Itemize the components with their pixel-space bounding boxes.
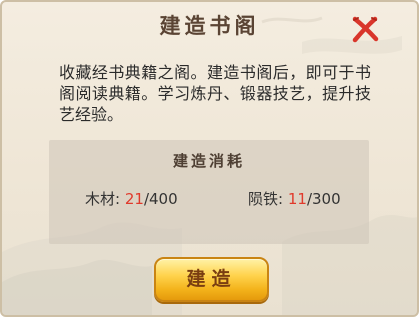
building-description: 收藏经书典籍之阁。建造书阁后，即可于书阁阅读典籍。学习炼丹、锻器技艺，提升技艺经… <box>59 63 371 124</box>
wood-required: /400 <box>143 190 178 208</box>
cost-divider <box>55 175 363 176</box>
build-library-dialog: 建造书阁 收藏经书典籍之阁。建造书阁后，即可于书阁阅读典籍。学习炼丹、锻器技艺，… <box>0 0 419 317</box>
wood-current: 21 <box>124 190 144 208</box>
close-x-icon <box>352 16 379 43</box>
cost-meteoric-iron: 陨铁: 11/300 <box>248 188 341 209</box>
cost-title: 建造消耗 <box>172 152 245 170</box>
close-button[interactable] <box>350 14 380 44</box>
title-bar: 建造书阁 <box>2 2 417 50</box>
wood-label: 木材: <box>85 190 121 208</box>
iron-label: 陨铁: <box>248 190 284 208</box>
cost-wood: 木材: 21/400 <box>85 188 178 209</box>
cost-panel: 建造消耗 木材: 21/400 陨铁: 11/300 <box>49 140 369 244</box>
build-button[interactable]: 建造 <box>154 257 269 302</box>
iron-current: 11 <box>287 190 307 208</box>
iron-required: /300 <box>306 190 341 208</box>
